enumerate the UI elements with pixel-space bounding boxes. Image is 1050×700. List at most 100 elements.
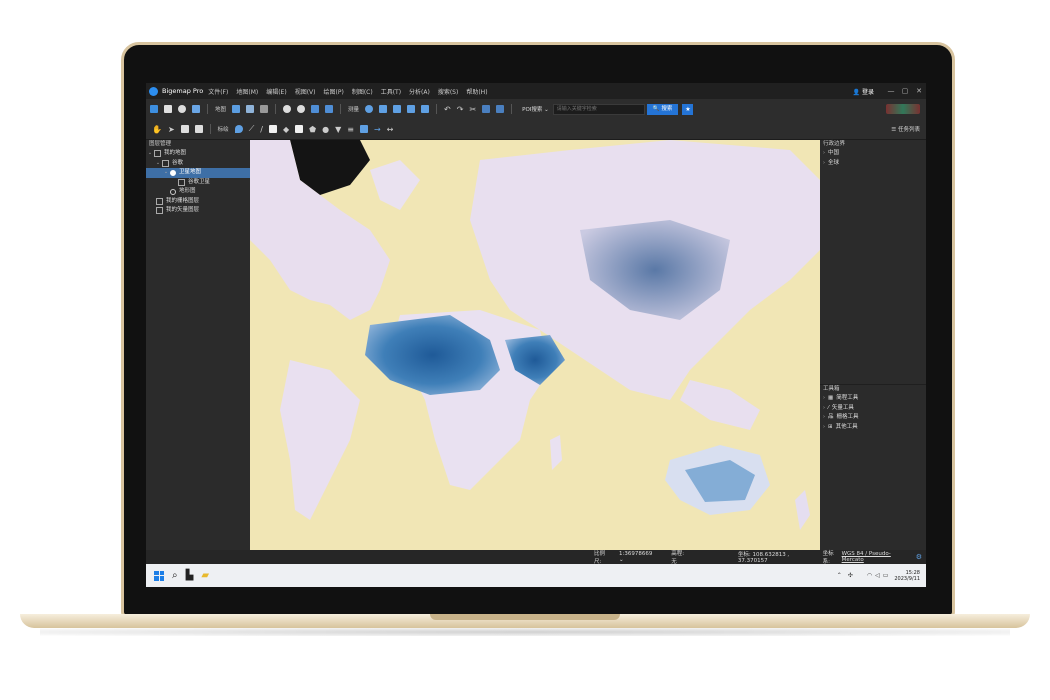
arrow-right-icon[interactable]: → [374, 125, 381, 134]
folder-icon[interactable]: ▰ [201, 570, 209, 581]
tree-my-map[interactable]: ⌄ 我的地图 [146, 149, 250, 159]
tree-terrain[interactable]: 地形图 [146, 187, 250, 197]
task-view-icon[interactable]: ▙ [186, 570, 194, 581]
chevron-down-icon[interactable]: ⌄ [154, 159, 162, 169]
tree-google[interactable]: ⌄ 谷歌 [146, 159, 250, 169]
map-canvas[interactable] [250, 140, 820, 550]
menu-analysis[interactable]: 分析(A) [409, 87, 430, 96]
paste-icon[interactable] [496, 105, 505, 113]
menu-map[interactable]: 地图(M) [236, 87, 258, 96]
checkbox[interactable] [156, 197, 163, 205]
search-input[interactable] [552, 103, 645, 115]
menu-draw[interactable]: 绘图(P) [324, 87, 344, 96]
cut-icon[interactable]: ✂ [469, 105, 476, 114]
tree-my-vector[interactable]: 我的矢量图层 [146, 206, 250, 216]
close-button[interactable]: ✕ [912, 87, 926, 95]
profile-icon[interactable] [421, 105, 430, 113]
select-arrow-icon[interactable]: ➤ [168, 125, 175, 134]
double-arrow-icon[interactable]: ↔ [387, 125, 394, 134]
area-icon[interactable] [393, 105, 402, 113]
chart-icon[interactable] [246, 105, 255, 113]
rectangle-icon[interactable] [269, 125, 277, 133]
chevron-right-icon[interactable]: › [820, 413, 828, 423]
crs-link[interactable]: WGS 84 / Pseudo-Mercato [842, 551, 908, 563]
zoom-out-icon[interactable] [297, 105, 306, 113]
clock[interactable]: 15:28 2023/9/11 [894, 570, 920, 582]
ruler-icon[interactable] [379, 105, 388, 113]
checkbox[interactable] [162, 159, 169, 167]
arrow-shape-icon[interactable]: ◆ [283, 125, 289, 134]
menu-search[interactable]: 搜索(S) [438, 87, 459, 96]
table-icon[interactable] [359, 125, 368, 133]
pan-hand-icon[interactable]: ✋ [152, 125, 162, 134]
undo-icon[interactable]: ↶ [444, 105, 451, 114]
pentagon-icon[interactable]: ⬟ [309, 125, 316, 134]
copy-icon[interactable] [482, 105, 491, 113]
clear-icon[interactable] [194, 125, 203, 133]
image-icon[interactable] [192, 105, 200, 113]
battery-icon[interactable]: ▭ [883, 572, 889, 579]
radio-selected[interactable] [170, 169, 176, 176]
windows-start-icon[interactable] [154, 570, 164, 581]
full-extent-icon[interactable] [311, 105, 320, 113]
scale-value[interactable]: 1:36978669 ⌄ [619, 551, 663, 563]
chevron-right-icon[interactable]: › [820, 149, 828, 159]
sector-icon[interactable]: ▼ [335, 125, 341, 134]
tree-my-raster[interactable]: 我的栅格图层 [146, 197, 250, 207]
chevron-right-icon[interactable]: › [820, 394, 828, 404]
chevron-up-icon[interactable]: ⌃ [837, 572, 842, 579]
open-folder-icon[interactable] [150, 105, 158, 113]
polyline-icon[interactable]: ⟋ [249, 124, 255, 134]
favorite-button[interactable]: ★ [682, 103, 694, 115]
basemap-icon[interactable] [260, 105, 269, 113]
angle-icon[interactable] [407, 105, 416, 113]
minimize-button[interactable]: — [884, 87, 898, 95]
redo-icon[interactable]: ↷ [457, 105, 464, 114]
line-icon[interactable]: / [260, 125, 263, 134]
layer-icon[interactable] [232, 105, 241, 113]
toolbox-item-other[interactable]: › ⊞ 其他工具 [820, 423, 926, 433]
tree-google-satellite[interactable]: 谷歌卫星 [146, 178, 250, 188]
pinwheel-icon[interactable]: ✣ [848, 572, 853, 579]
checkbox[interactable] [178, 178, 185, 186]
menu-help[interactable]: 帮助(H) [466, 87, 487, 96]
settings-gear-icon[interactable]: ⚙ [916, 553, 922, 561]
text-icon[interactable]: ≡ [347, 125, 354, 134]
volume-icon[interactable]: ◁ [875, 572, 880, 579]
fit-icon[interactable] [325, 105, 334, 113]
marker-icon[interactable] [234, 125, 243, 133]
square-icon[interactable] [295, 125, 304, 133]
radio[interactable] [170, 188, 176, 195]
toolbox-item-measure[interactable]: › ▦ 简程工具 [820, 394, 926, 404]
checkbox[interactable] [156, 207, 163, 215]
admin-item-china[interactable]: › 中国 [820, 149, 926, 159]
wifi-icon[interactable]: ◠ [867, 572, 872, 579]
task-list-button[interactable]: ☰ 任务列表 [891, 125, 920, 133]
chevron-down-icon[interactable]: ⌄ [162, 168, 170, 178]
admin-item-global[interactable]: › 全球 [820, 159, 926, 169]
menu-file[interactable]: 文件(F) [208, 87, 228, 96]
checkbox[interactable] [154, 150, 161, 158]
search-button[interactable]: 🔍 搜索 [646, 103, 679, 115]
menu-edit[interactable]: 编辑(E) [266, 87, 286, 96]
poi-select[interactable]: POI搜索 ⌄ [522, 105, 549, 113]
login-button[interactable]: 👤 登录 [853, 87, 874, 96]
toolbox-item-raster[interactable]: › 品 栅格工具 [820, 413, 926, 423]
menu-tools[interactable]: 工具(T) [381, 87, 401, 96]
zoom-in-icon[interactable] [283, 105, 292, 113]
chevron-right-icon[interactable]: › [820, 423, 828, 433]
rect-select-icon[interactable] [180, 125, 189, 133]
user-pin-icon[interactable] [365, 105, 374, 113]
chevron-right-icon[interactable]: › [820, 404, 828, 414]
chevron-right-icon[interactable]: › [820, 159, 828, 169]
toolbox-item-vector[interactable]: › ⁄ 矢量工具 [820, 404, 926, 414]
chevron-down-icon[interactable]: ⌄ [146, 149, 154, 159]
menu-cartography[interactable]: 制图(C) [352, 87, 373, 96]
search-icon[interactable]: ⌕ [172, 570, 178, 581]
circle-icon[interactable]: ● [322, 125, 329, 134]
tree-satellite[interactable]: ⌄ 卫星地图 [146, 168, 250, 178]
menu-view[interactable]: 视图(V) [295, 87, 316, 96]
new-file-icon[interactable] [164, 105, 172, 113]
settings-icon[interactable] [178, 105, 186, 113]
restore-button[interactable]: ▢ [898, 87, 912, 95]
